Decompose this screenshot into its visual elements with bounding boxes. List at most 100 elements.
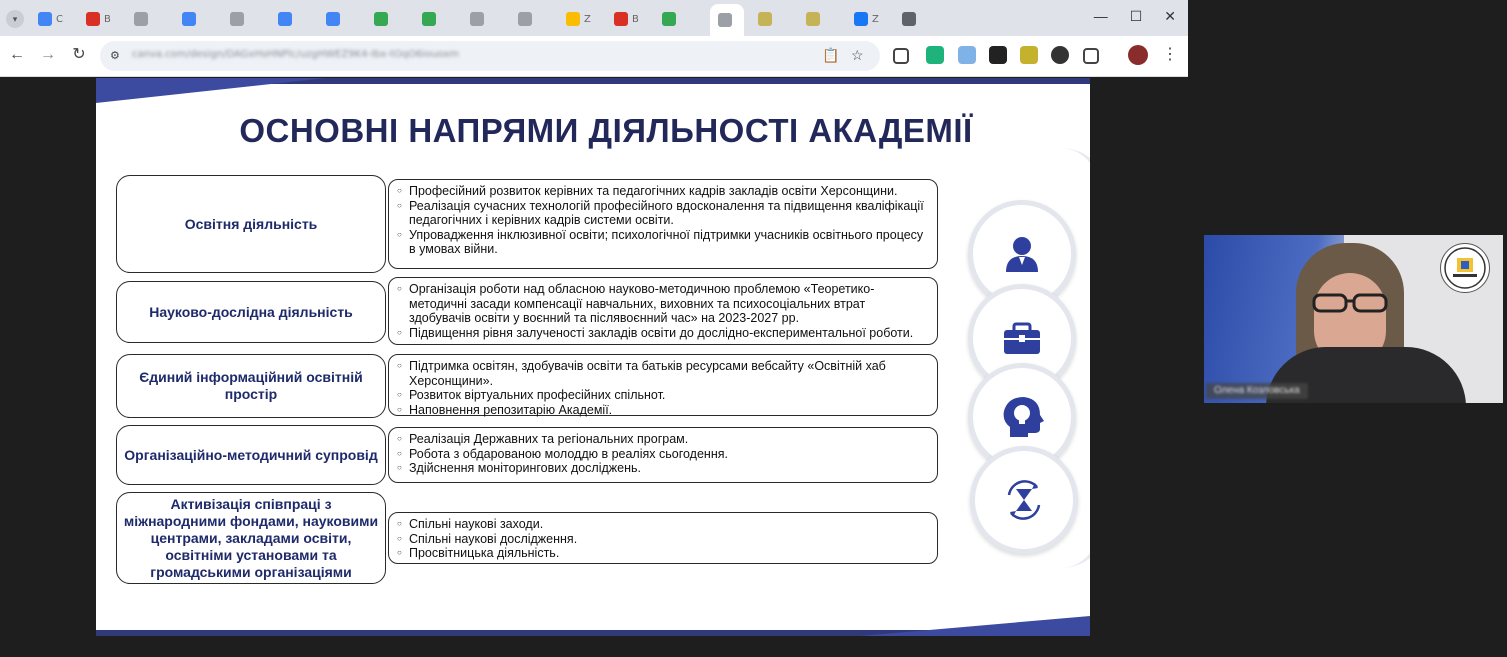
browser-tab[interactable] bbox=[806, 6, 824, 32]
detail-item: Наповнення репозитарію Академії. bbox=[397, 403, 929, 418]
detail-item: Здійснення моніторингових досліджень. bbox=[397, 461, 929, 476]
browser-tab[interactable] bbox=[518, 6, 536, 32]
tab-search-button[interactable]: ▾ bbox=[6, 6, 24, 32]
tab-favicon-icon bbox=[182, 12, 196, 26]
detail-list: Реалізація Державних та регіональних про… bbox=[397, 432, 929, 476]
direction-label: Єдиний інформаційний освітній простір bbox=[116, 354, 386, 418]
direction-details: Підтримка освітян, здобувачів освіти та … bbox=[388, 354, 938, 418]
tab-favicon-icon bbox=[758, 12, 772, 26]
hourglass-cycle-icon bbox=[970, 446, 1078, 554]
browser-tab[interactable] bbox=[278, 6, 296, 32]
tab-favicon-icon bbox=[230, 12, 244, 26]
detail-item: Розвиток віртуальних професійних спільно… bbox=[397, 388, 929, 403]
direction-label: Активізація співпраці з міжнародними фон… bbox=[116, 492, 386, 584]
direction-details: Організація роботи над обласною науково-… bbox=[388, 277, 938, 345]
bookmark-star-icon[interactable]: ☆ bbox=[851, 47, 864, 64]
browser-tab[interactable] bbox=[182, 6, 200, 32]
address-bar[interactable]: ⚙ canva.com/design/DAGxHsHNPlc/uzgHWEZ9K… bbox=[100, 41, 880, 71]
direction-details: Спільні наукові заходи.Спільні наукові д… bbox=[388, 512, 938, 564]
tab-favicon-icon bbox=[374, 12, 388, 26]
detail-item: Упровадження інклюзивної освіти; психоло… bbox=[397, 228, 929, 257]
url-text: canva.com/design/DAGxHsHNPlc/uzgHWEZ9K4-… bbox=[132, 49, 460, 60]
tab-label: Z bbox=[872, 13, 879, 25]
browser-tab[interactable]: C bbox=[38, 6, 63, 32]
cast-icon[interactable] bbox=[893, 48, 909, 64]
detail-item: Робота з обдарованою молоддю в реаліях с… bbox=[397, 447, 929, 462]
detail-list: Спільні наукові заходи.Спільні наукові д… bbox=[397, 517, 929, 561]
browser-tab[interactable]: B bbox=[614, 6, 639, 32]
back-icon[interactable]: ← bbox=[7, 45, 27, 65]
tab-label: B bbox=[632, 13, 639, 25]
slide-title: ОСНОВНІ НАПРЯМИ ДІЯЛЬНОСТІ АКАДЕМІЇ bbox=[239, 112, 973, 149]
maximize-icon[interactable]: ☐ bbox=[1130, 8, 1143, 25]
tab-favicon-icon bbox=[278, 12, 292, 26]
forward-icon[interactable]: → bbox=[38, 45, 58, 65]
participant-glasses bbox=[1312, 293, 1388, 313]
browser-tab[interactable] bbox=[470, 6, 488, 32]
slide-bottom-accent bbox=[860, 616, 1090, 636]
minimize-icon[interactable]: — bbox=[1094, 8, 1108, 25]
close-window-icon[interactable]: ✕ bbox=[1164, 8, 1176, 25]
browser-tab[interactable] bbox=[326, 6, 344, 32]
presentation-slide: ОСНОВНІ НАПРЯМИ ДІЯЛЬНОСТІ АКАДЕМІЇ Осві… bbox=[96, 78, 1090, 636]
browser-tab[interactable] bbox=[662, 6, 680, 32]
browser-tab[interactable] bbox=[902, 6, 920, 32]
tab-favicon-icon bbox=[806, 12, 820, 26]
browser-tab-strip: ▾ C B Z B Z — ☐ ✕ bbox=[0, 0, 1188, 36]
browser-tab[interactable]: Z bbox=[854, 6, 879, 32]
detail-item: Підтримка освітян, здобувачів освіти та … bbox=[397, 359, 929, 388]
browser-tab[interactable] bbox=[758, 6, 776, 32]
browser-tab[interactable]: B bbox=[86, 6, 111, 32]
notes-extension-icon[interactable] bbox=[1020, 46, 1038, 64]
tab-favicon-icon bbox=[902, 12, 916, 26]
detail-item: Реалізація сучасних технологій професійн… bbox=[397, 199, 929, 228]
tab-favicon-icon bbox=[470, 12, 484, 26]
site-info-icon[interactable]: ⚙ bbox=[110, 49, 120, 62]
browser-tab[interactable] bbox=[422, 6, 440, 32]
direction-details: Професійний розвиток керівних та педагог… bbox=[388, 179, 938, 269]
screen-capture-extension-icon[interactable] bbox=[989, 46, 1007, 64]
webcam-video-tile[interactable]: Олена Козловська bbox=[1204, 235, 1503, 403]
clipboard-icon[interactable]: 📋 bbox=[822, 47, 839, 64]
tab-label: C bbox=[56, 13, 63, 25]
tab-favicon-icon bbox=[718, 13, 732, 27]
academy-logo-icon bbox=[1440, 243, 1490, 293]
participant-name: Олена Козловська bbox=[1206, 383, 1308, 399]
browser-menu-icon[interactable]: ⋮ bbox=[1162, 44, 1178, 64]
grammar-extension-icon[interactable] bbox=[926, 46, 944, 64]
detail-item: Просвітницька діяльність. bbox=[397, 546, 929, 561]
slide-top-accent bbox=[96, 78, 326, 103]
detail-item: Підвищення рівня залученості закладів ос… bbox=[397, 326, 929, 341]
tab-label: Z bbox=[584, 13, 591, 25]
vpn-extension-icon[interactable] bbox=[1051, 46, 1069, 64]
tab-favicon-icon bbox=[422, 12, 436, 26]
chevron-down-icon: ▾ bbox=[6, 10, 24, 28]
translate-extension-icon[interactable] bbox=[958, 46, 976, 64]
reload-icon[interactable]: ↻ bbox=[69, 45, 89, 65]
tab-favicon-icon bbox=[854, 12, 868, 26]
direction-details: Реалізація Державних та регіональних про… bbox=[388, 427, 938, 483]
detail-item: Реалізація Державних та регіональних про… bbox=[397, 432, 929, 447]
direction-label: Науково-дослідна діяльність bbox=[116, 281, 386, 343]
extensions-puzzle-icon[interactable] bbox=[1083, 48, 1099, 64]
detail-list: Професійний розвиток керівних та педагог… bbox=[397, 184, 929, 257]
tab-favicon-icon bbox=[614, 12, 628, 26]
tab-favicon-icon bbox=[518, 12, 532, 26]
tab-favicon-icon bbox=[326, 12, 340, 26]
browser-tab[interactable] bbox=[374, 6, 392, 32]
profile-avatar[interactable] bbox=[1128, 45, 1148, 65]
browser-tab[interactable]: Z bbox=[566, 6, 591, 32]
tab-favicon-icon bbox=[86, 12, 100, 26]
detail-list: Організація роботи над обласною науково-… bbox=[397, 282, 929, 340]
tab-label: B bbox=[104, 13, 111, 25]
tab-favicon-icon bbox=[134, 12, 148, 26]
browser-tab[interactable] bbox=[230, 6, 248, 32]
browser-tab[interactable] bbox=[710, 4, 744, 36]
detail-item: Спільні наукові заходи. bbox=[397, 517, 929, 532]
detail-item: Професійний розвиток керівних та педагог… bbox=[397, 184, 929, 199]
browser-tab[interactable] bbox=[134, 6, 152, 32]
browser-toolbar: ← → ↻ ⚙ canva.com/design/DAGxHsHNPlc/uzg… bbox=[0, 36, 1188, 77]
tab-favicon-icon bbox=[566, 12, 580, 26]
tab-favicon-icon bbox=[38, 12, 52, 26]
detail-item: Організація роботи над обласною науково-… bbox=[397, 282, 929, 326]
